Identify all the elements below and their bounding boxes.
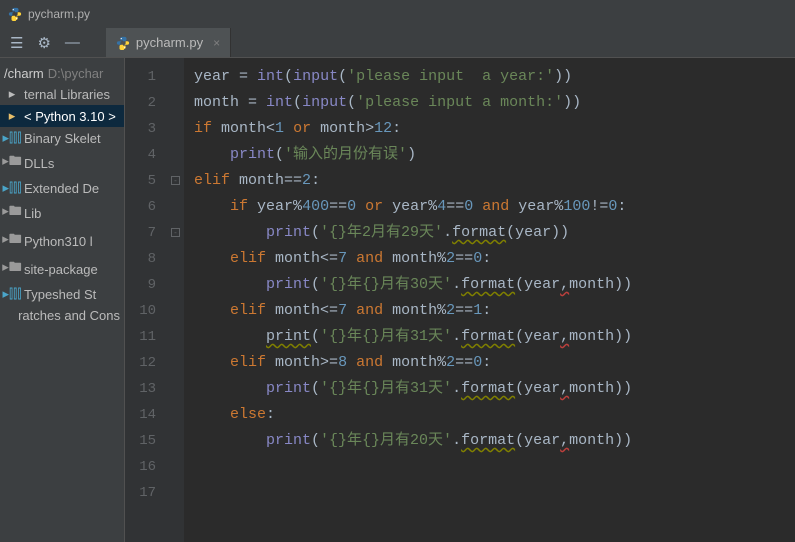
tree-item[interactable]: ▸🖿 site-package (0, 255, 124, 283)
tree-item[interactable]: ▸ ternal Libraries (0, 83, 124, 105)
project-sidebar[interactable]: /charm D:\pychar ▸ ternal Libraries ▸ < Pyt… (0, 58, 125, 542)
tree-item[interactable]: ▸⫿⫿⫿ Typeshed St (0, 283, 124, 305)
line-number: 6 (125, 194, 170, 220)
tree-item-label: Extended De (24, 181, 99, 196)
title-bar: pycharm.py (0, 0, 795, 28)
settings-icon[interactable]: ⚙ (37, 34, 50, 52)
line-number: 11 (125, 324, 170, 350)
code-line[interactable]: print('{}年{}月有31天'.format(year,month)) (194, 324, 795, 350)
line-number: 16 (125, 454, 170, 480)
line-number: 14 (125, 402, 170, 428)
code-line[interactable]: else: (194, 402, 795, 428)
tree-item[interactable]: ▸⫿⫿⫿ Binary Skelet (0, 127, 124, 149)
line-number: 1 (125, 64, 170, 90)
line-number: 17 (125, 480, 170, 506)
close-tab-icon[interactable]: × (213, 36, 220, 50)
tree-item-label: ternal Libraries (24, 87, 110, 102)
editor-tab[interactable]: pycharm.py × (106, 28, 231, 57)
library-icon: ▸⫿⫿⫿ (4, 130, 20, 146)
tree-item-label: site-package (24, 262, 98, 277)
line-number: 7 (125, 220, 170, 246)
python-env-icon: ▸ (4, 108, 20, 124)
tree-item-label: Lib (24, 206, 41, 221)
folder-icon: ▸🖿 (4, 258, 20, 280)
code-line[interactable]: if year%400==0 or year%4==0 and year%100… (194, 194, 795, 220)
code-area[interactable]: year = int(input('please input a year:')… (184, 58, 795, 542)
external-lib-icon: ▸ (4, 86, 20, 102)
python-file-icon (116, 36, 130, 50)
code-line[interactable] (194, 480, 795, 506)
tree-item[interactable]: ▸🖿 Python310 l (0, 227, 124, 255)
project-tree[interactable]: ▸ ternal Libraries ▸ < Python 3.10 > ▸⫿⫿⫿ Bin… (0, 83, 124, 326)
line-number: 9 (125, 272, 170, 298)
line-number: 5 (125, 168, 170, 194)
code-line[interactable]: print('{}年{}月有30天'.format(year,month)) (194, 272, 795, 298)
line-gutter: 1234567891011121314151617 (125, 58, 170, 542)
sidebar-toggle-icon[interactable]: ☰ (10, 34, 23, 52)
code-line[interactable] (194, 454, 795, 480)
breadcrumb[interactable]: /charm D:\pychar (0, 64, 124, 83)
line-number: 15 (125, 428, 170, 454)
tree-item-label: Binary Skelet (24, 131, 101, 146)
code-line[interactable]: if month<1 or month>12: (194, 116, 795, 142)
tree-item-label: ratches and Cons (18, 308, 120, 323)
library-icon: ▸⫿⫿⫿ (4, 180, 20, 196)
line-number: 2 (125, 90, 170, 116)
line-number: 10 (125, 298, 170, 324)
breadcrumb-path: D:\pychar (48, 66, 104, 81)
line-number: 13 (125, 376, 170, 402)
code-line[interactable]: print('{}年{}月有31天'.format(year,month)) (194, 376, 795, 402)
window-title: pycharm.py (28, 7, 90, 21)
fold-marker-icon[interactable]: - (171, 228, 180, 237)
tree-item[interactable]: ▸ < Python 3.10 > (0, 105, 124, 127)
fold-marker-icon[interactable]: - (171, 176, 180, 185)
line-number: 4 (125, 142, 170, 168)
code-line[interactable]: elif month==2: (194, 168, 795, 194)
tree-item-label: DLLs (24, 156, 54, 171)
code-line[interactable]: month = int(input('please input a month:… (194, 90, 795, 116)
tree-item-label: < Python 3.10 > (24, 109, 116, 124)
code-line[interactable]: year = int(input('please input a year:')… (194, 64, 795, 90)
python-file-icon (8, 7, 22, 21)
code-line[interactable]: elif month<=7 and month%2==0: (194, 246, 795, 272)
toolbar: ☰ ⚙ — pycharm.py × (0, 28, 795, 58)
line-number: 8 (125, 246, 170, 272)
tab-label: pycharm.py (136, 35, 203, 50)
tree-item[interactable]: ratches and Cons (0, 305, 124, 326)
toolbar-left: ☰ ⚙ — (0, 34, 90, 52)
fold-strip: -- (170, 58, 184, 542)
code-line[interactable]: print('{}年{}月有20天'.format(year,month)) (194, 428, 795, 454)
code-line[interactable]: print('输入的月份有误') (194, 142, 795, 168)
tree-item[interactable]: ▸🖿 Lib (0, 199, 124, 227)
library-icon: ▸⫿⫿⫿ (4, 286, 20, 302)
line-number: 12 (125, 350, 170, 376)
collapse-icon[interactable]: — (65, 34, 80, 51)
code-line[interactable]: elif month>=8 and month%2==0: (194, 350, 795, 376)
line-number: 3 (125, 116, 170, 142)
code-line[interactable]: print('{}年2月有29天'.format(year)) (194, 220, 795, 246)
tree-item-label: Python310 l (24, 234, 93, 249)
editor[interactable]: 1234567891011121314151617 -- year = int(… (125, 58, 795, 542)
tree-item[interactable]: ▸🖿 DLLs (0, 149, 124, 177)
folder-icon: ▸🖿 (4, 152, 20, 174)
breadcrumb-project: /charm (4, 66, 44, 81)
tree-item[interactable]: ▸⫿⫿⫿ Extended De (0, 177, 124, 199)
folder-icon: ▸🖿 (4, 202, 20, 224)
tree-item-label: Typeshed St (24, 287, 96, 302)
folder-icon: ▸🖿 (4, 230, 20, 252)
code-line[interactable]: elif month<=7 and month%2==1: (194, 298, 795, 324)
main-area: /charm D:\pychar ▸ ternal Libraries ▸ < Pyt… (0, 58, 795, 542)
